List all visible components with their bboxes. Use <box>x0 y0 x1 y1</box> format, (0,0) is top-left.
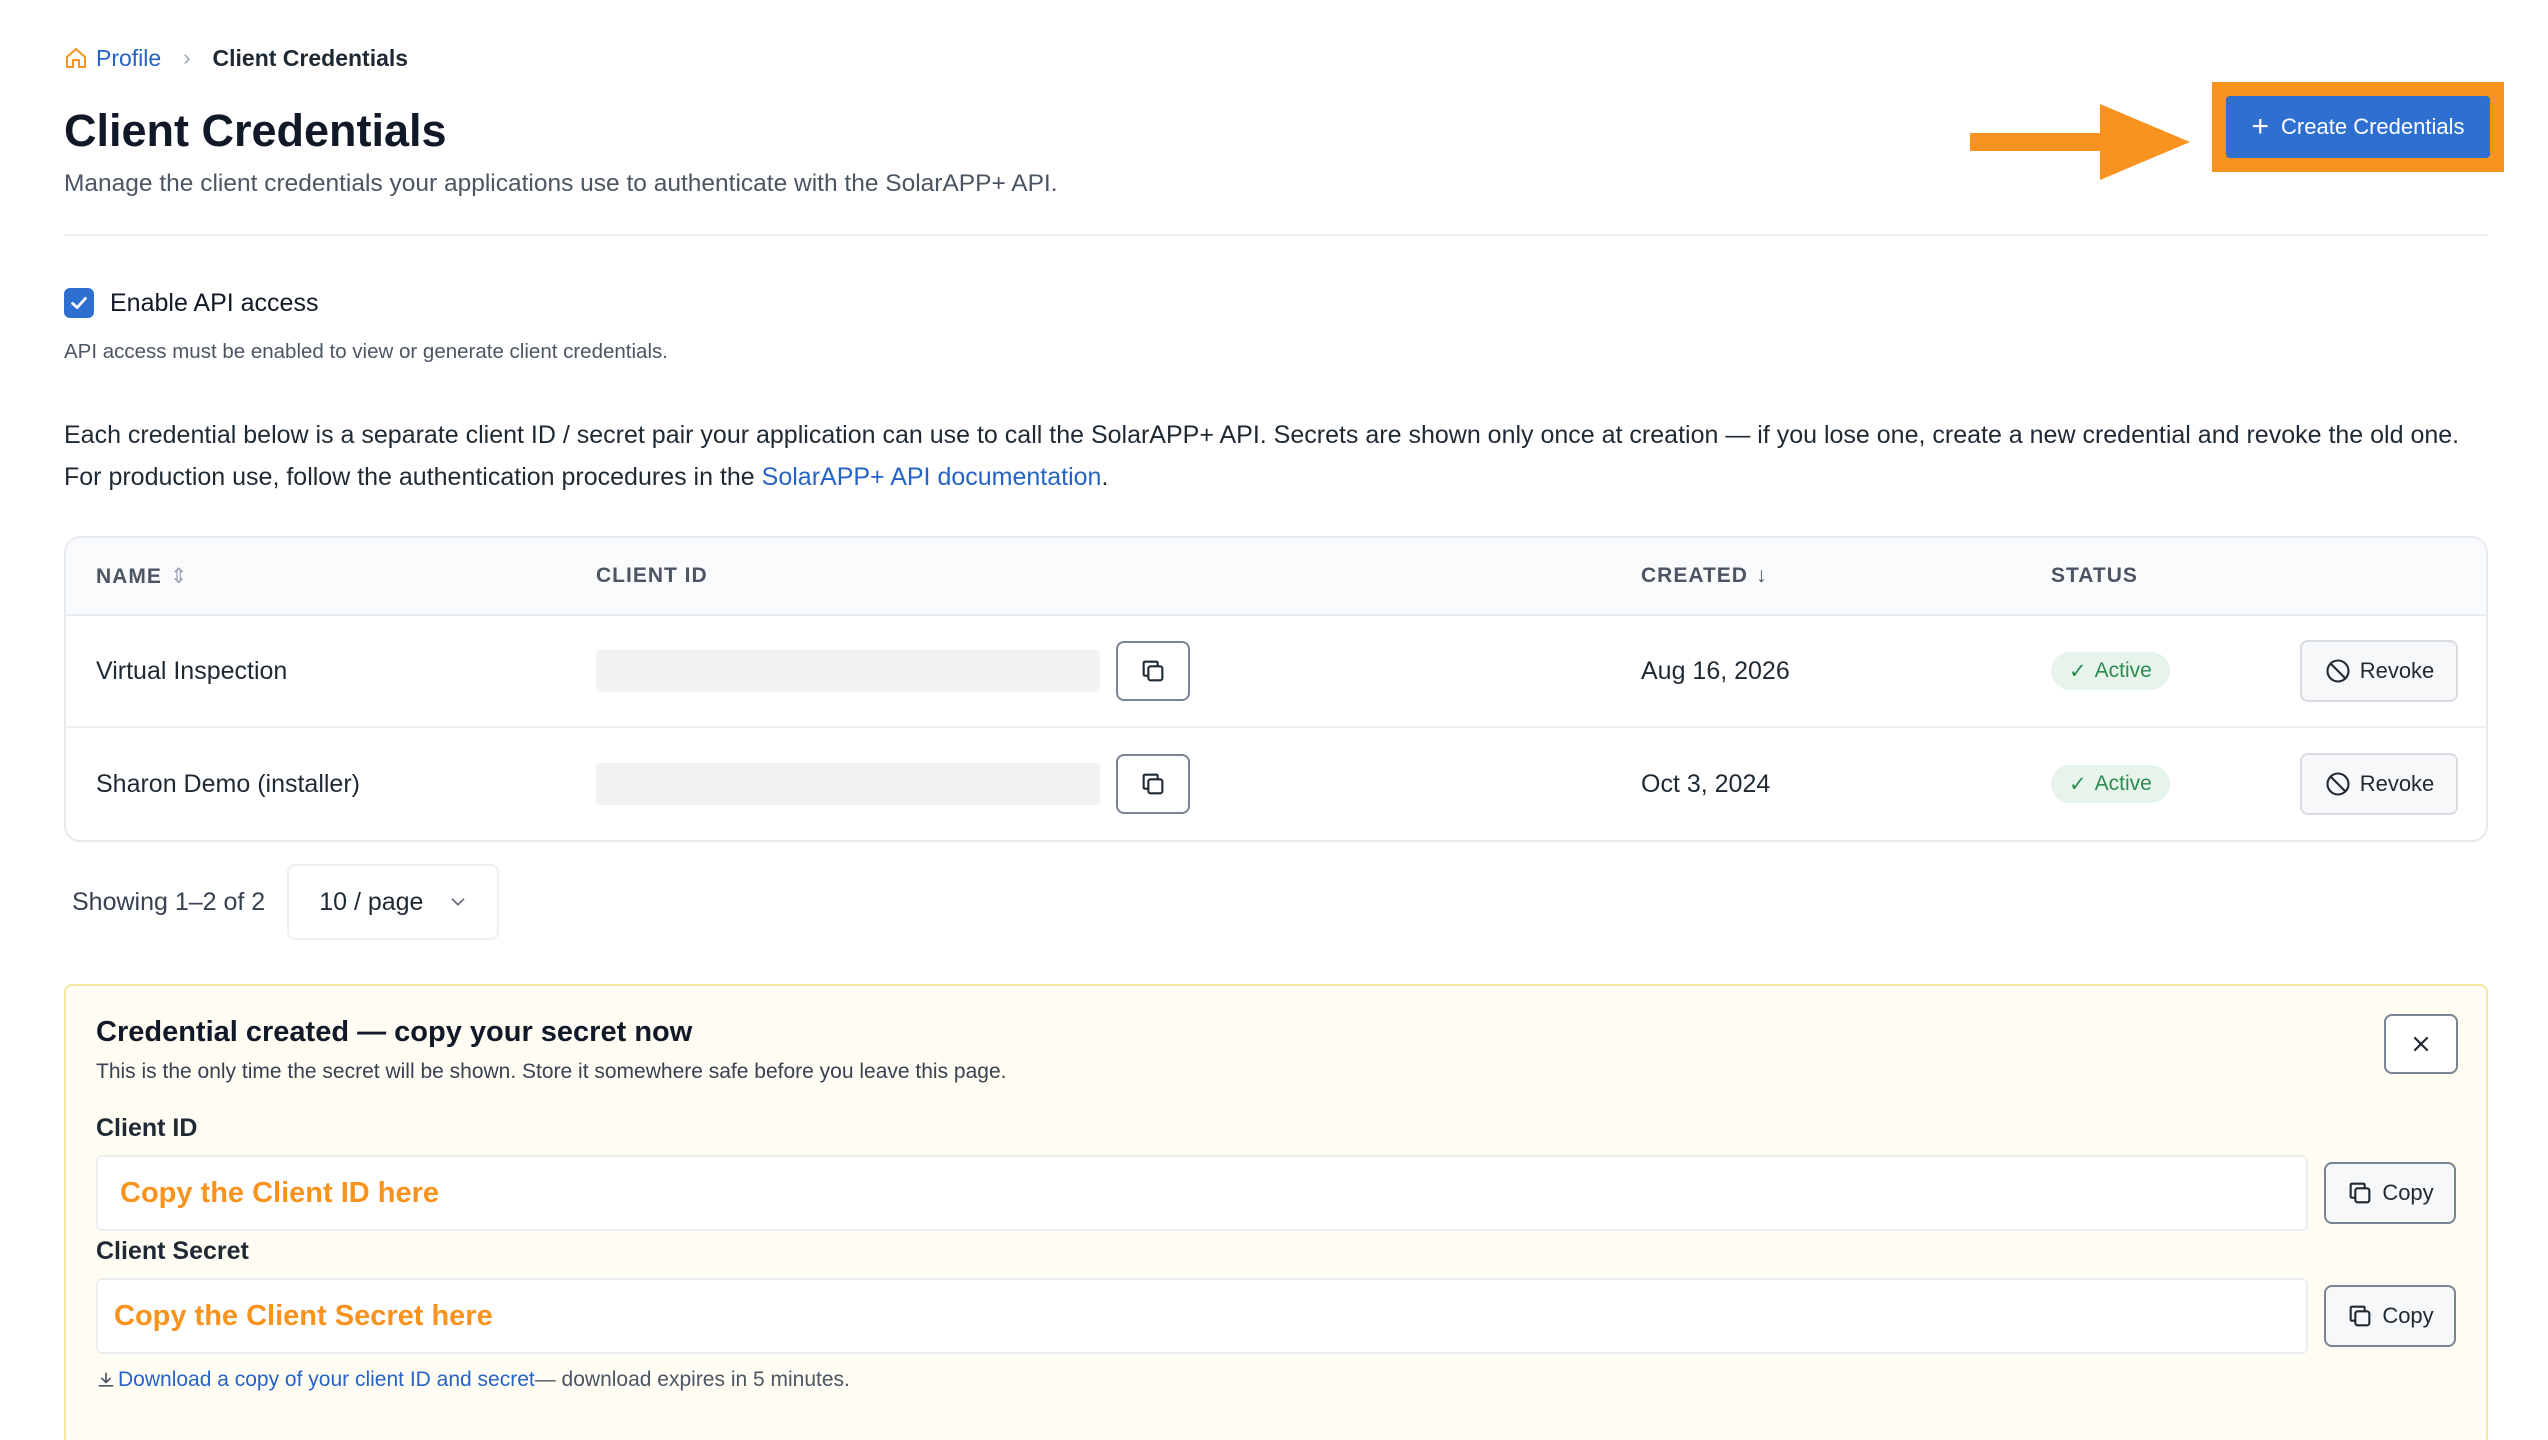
check-icon <box>71 297 87 309</box>
table-row: Sharon Demo (installer) Oct 3, 2024 ✓ Act… <box>66 728 2486 840</box>
download-icon <box>98 1372 114 1387</box>
column-name-header[interactable]: NAME ⇕ <box>66 564 596 589</box>
create-button-highlight: + Create Credentials <box>2212 82 2504 172</box>
status-label: Active <box>2094 772 2152 795</box>
copy-client-id-button[interactable] <box>1116 641 1190 701</box>
status-cell: ✓ Active <box>2051 652 2291 690</box>
client-id-field[interactable]: Copy the Client ID here <box>96 1155 2308 1231</box>
column-name-label: NAME <box>96 564 162 588</box>
copy-icon <box>1142 660 1164 682</box>
copy-client-secret-button[interactable]: Copy <box>2324 1285 2456 1347</box>
intro-text-end: . <box>1101 463 1109 491</box>
revoke-label: Revoke <box>2359 658 2435 683</box>
client-id-cell <box>596 754 1641 814</box>
column-client-id-label: CLIENT ID <box>596 564 708 587</box>
copy-label: Copy <box>2382 1303 2434 1328</box>
sort-icon: ⇕ <box>169 564 189 588</box>
pagination-summary: Showing 1–2 of 2 <box>72 887 266 916</box>
table-row: Virtual Inspection Aug 16, 2026 ✓ Active … <box>66 616 2486 728</box>
credential-name: Virtual Inspection <box>96 656 288 685</box>
api-access-checkbox[interactable] <box>64 288 94 318</box>
home-icon <box>66 48 86 68</box>
api-docs-link[interactable]: SolarAPP+ API documentation <box>762 463 1102 491</box>
created-date: Aug 16, 2026 <box>1641 656 1790 685</box>
panel-description: This is the only time the secret will be… <box>96 1060 1007 1083</box>
page-size-select[interactable]: 10 / page <box>287 864 500 940</box>
copy-icon <box>1142 773 1164 795</box>
revoke-label: Revoke <box>2359 771 2435 796</box>
header-divider <box>64 234 2488 236</box>
table-header: NAME ⇕ CLIENT ID CREATED ↓ STATUS <box>66 538 2486 616</box>
create-credentials-label: Create Credentials <box>2281 114 2465 139</box>
actions-cell: Revoke <box>2291 753 2486 815</box>
client-secret-label: Client Secret <box>96 1237 249 1265</box>
page-size-value: 10 / page <box>319 887 424 916</box>
created-date: Oct 3, 2024 <box>1641 769 1771 798</box>
revoke-button[interactable]: Revoke <box>2300 640 2458 702</box>
download-credentials-link[interactable]: Download a copy of your client ID and se… <box>118 1368 535 1392</box>
download-note: — download expires in 5 minutes. <box>534 1368 850 1391</box>
actions-cell: Revoke <box>2291 640 2486 702</box>
revoke-button[interactable]: Revoke <box>2300 753 2458 815</box>
breadcrumb-current: Client Credentials <box>212 44 409 71</box>
intro-paragraph: Each credential below is a separate clie… <box>64 414 2494 498</box>
client-id-masked <box>596 763 1100 805</box>
check-icon: ✓ <box>2069 772 2087 796</box>
panel-title: Credential created — copy your secret no… <box>96 1016 693 1048</box>
ban-icon <box>2326 772 2350 796</box>
chevron-down-icon <box>451 898 465 907</box>
column-client-id-header: CLIENT ID <box>596 564 1641 588</box>
column-status-label: STATUS <box>2051 564 2138 587</box>
client-id-cell <box>596 641 1641 701</box>
status-cell: ✓ Active <box>2051 765 2291 803</box>
client-secret-field[interactable]: Copy the Client Secret here <box>96 1278 2308 1354</box>
api-access-help: API access must be enabled to view or ge… <box>64 340 668 363</box>
column-created-header[interactable]: CREATED ↓ <box>1641 564 2051 588</box>
credential-created-panel: Credential created — copy your secret no… <box>64 984 2488 1440</box>
breadcrumb-profile-label: Profile <box>96 44 162 71</box>
ban-icon <box>2326 659 2350 683</box>
credential-name: Sharon Demo (installer) <box>96 769 360 798</box>
client-id-row: Copy the Client ID here Copy <box>96 1155 2456 1231</box>
download-line: Download a copy of your client ID and se… <box>96 1368 2456 1392</box>
plus-icon: + <box>2251 110 2270 143</box>
client-id-masked <box>596 650 1100 692</box>
pagination: Showing 1–2 of 2 10 / page <box>64 864 2488 940</box>
check-icon: ✓ <box>2069 659 2087 683</box>
status-badge: ✓ Active <box>2051 765 2170 803</box>
breadcrumb: Profile › Client Credentials <box>64 40 2488 76</box>
copy-icon <box>2349 1305 2371 1327</box>
client-id-label: Client ID <box>96 1114 198 1142</box>
copy-label: Copy <box>2382 1180 2434 1205</box>
intro-text: Each credential below is a separate clie… <box>64 421 2460 491</box>
close-panel-button[interactable] <box>2384 1014 2458 1074</box>
copy-icon <box>2349 1182 2371 1204</box>
arrow-down-icon: ↓ <box>1755 564 1768 587</box>
breadcrumb-separator: › <box>183 45 191 70</box>
page-header: Client Credentials Manage the client cre… <box>64 82 2504 212</box>
api-access-label: Enable API access <box>110 288 319 317</box>
status-badge: ✓ Active <box>2051 652 2170 690</box>
column-status-header: STATUS <box>2051 564 2291 588</box>
copy-client-id-button[interactable]: Copy <box>2324 1162 2456 1224</box>
client-credentials-page: Profile › Client Credentials Client Cred… <box>64 40 2504 1440</box>
column-created-label: CREATED <box>1641 564 1748 587</box>
create-credentials-button[interactable]: + Create Credentials <box>2226 96 2490 158</box>
api-access-toggle[interactable]: Enable API access <box>64 288 2488 318</box>
copy-client-id-button[interactable] <box>1116 754 1190 814</box>
annotation-arrow-icon <box>1970 104 2190 180</box>
close-icon <box>2413 1036 2429 1052</box>
breadcrumb-profile-link[interactable]: Profile <box>64 45 161 72</box>
credentials-table: NAME ⇕ CLIENT ID CREATED ↓ STATUS Virtual … <box>64 536 2488 842</box>
status-label: Active <box>2094 659 2152 682</box>
client-secret-row: Copy the Client Secret here Copy <box>96 1278 2456 1354</box>
